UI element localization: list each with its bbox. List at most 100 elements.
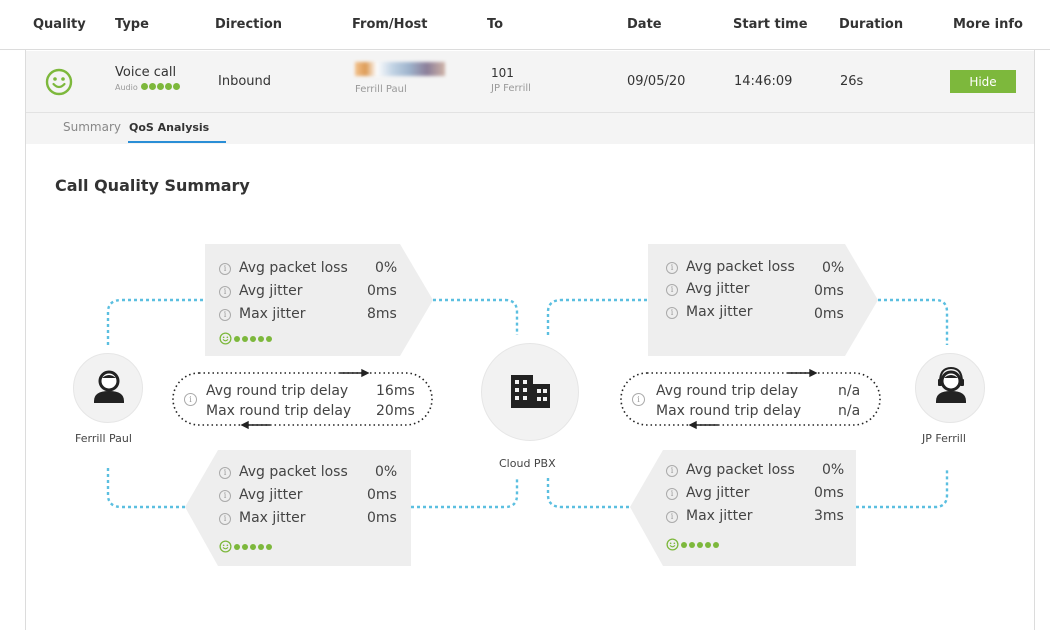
col-start-time[interactable]: Start time [733, 17, 808, 32]
call-start-time: 14:46:09 [734, 74, 793, 89]
smiley-icon [45, 68, 73, 96]
info-icon[interactable]: i [219, 263, 231, 275]
max-jitter-value: 8ms [367, 306, 397, 322]
leg-box-left-bottom: i Avg packet loss 0% i Avg jitter 0ms i Max… [205, 450, 411, 566]
col-quality[interactable]: Quality [33, 17, 86, 32]
cloud-pbx-node [481, 343, 579, 441]
call-duration: 26s [840, 74, 864, 89]
call-subtype: Audio [115, 83, 181, 92]
table-row[interactable]: Voice call Audio Inbound Ferrill Paul 10… [26, 51, 1034, 113]
max-jitter-row: i Max jitter [219, 510, 306, 526]
info-icon[interactable]: i [219, 490, 231, 502]
tab-qos-analysis[interactable]: QoS Analysis [129, 121, 209, 134]
avg-jitter-row: i Avg jitter [219, 487, 303, 503]
info-icon[interactable]: i [219, 467, 231, 479]
max-jitter-label: Max jitter [686, 304, 753, 320]
leg-box-right-bottom: i Avg packet loss 0% i Avg jitter 0ms i Max… [652, 450, 856, 566]
max-rtd-label: Max round trip delay [206, 403, 352, 419]
avg-packet-loss-value: 0% [375, 260, 398, 276]
col-to[interactable]: To [487, 17, 503, 32]
quality-dots [666, 537, 719, 552]
from-name: Ferrill Paul [355, 84, 407, 95]
max-jitter-value: 0ms [814, 306, 844, 322]
info-icon[interactable]: i [666, 511, 678, 523]
avg-packet-loss-row: i Avg packet loss [219, 464, 348, 480]
active-tab-indicator [128, 141, 226, 143]
hide-button[interactable]: Hide [950, 70, 1016, 93]
leg-box-left-top: i Avg packet loss 0% i Avg jitter 0ms i Max… [205, 244, 405, 356]
smiley-icon [219, 540, 232, 553]
avg-jitter-value: 0ms [814, 485, 844, 501]
avg-rtd-value: n/a [838, 383, 861, 399]
max-jitter-row: i Max jitter [666, 304, 753, 320]
info-icon[interactable]: i [666, 284, 678, 296]
max-jitter-label: Max jitter [239, 306, 306, 322]
avg-packet-loss-label: Avg packet loss [239, 260, 348, 276]
avg-rtd-label: Avg round trip delay [656, 383, 799, 399]
avg-rtd-label: Avg round trip delay [206, 383, 349, 399]
max-rtd-value: n/a [838, 403, 861, 419]
building-icon [511, 375, 550, 408]
frame-right-border [1034, 50, 1035, 630]
info-icon[interactable]: i [666, 262, 678, 274]
avg-jitter-label: Avg jitter [686, 281, 750, 297]
caller-node [73, 353, 143, 423]
avg-jitter-label: Avg jitter [239, 283, 303, 299]
info-icon[interactable]: i [666, 307, 678, 319]
col-more-info[interactable]: More info [953, 17, 1023, 32]
max-jitter-label: Max jitter [686, 508, 753, 524]
col-date[interactable]: Date [627, 17, 662, 32]
avg-jitter-label: Avg jitter [686, 485, 750, 501]
info-icon[interactable]: i [219, 309, 231, 321]
avg-jitter-label: Avg jitter [239, 487, 303, 503]
avg-packet-loss-value: 0% [375, 464, 398, 480]
avg-jitter-row: i Avg jitter [666, 281, 750, 297]
blurred-avatar-image [355, 62, 445, 76]
headset-user-icon [936, 366, 966, 403]
avg-packet-loss-label: Avg packet loss [686, 259, 795, 275]
caller-name: Ferrill Paul [75, 432, 132, 445]
col-direction[interactable]: Direction [215, 17, 282, 32]
col-type[interactable]: Type [115, 17, 149, 32]
avg-packet-loss-label: Avg packet loss [686, 462, 795, 478]
info-icon[interactable]: i [666, 488, 678, 500]
cloud-pbx-label: Cloud PBX [499, 457, 556, 470]
info-icon[interactable]: i [219, 513, 231, 525]
quality-dots [219, 331, 272, 346]
avg-packet-loss-row: i Avg packet loss [666, 462, 795, 478]
avg-jitter-value: 0ms [367, 487, 397, 503]
info-icon[interactable]: i [184, 393, 197, 406]
smiley-icon [219, 332, 232, 345]
avg-jitter-row: i Avg jitter [666, 485, 750, 501]
avg-packet-loss-row: i Avg packet loss [219, 260, 348, 276]
to-number: 101 [491, 66, 514, 80]
max-jitter-value: 3ms [814, 508, 844, 524]
smiley-icon [666, 538, 679, 551]
quality-dots [219, 539, 272, 554]
tab-summary[interactable]: Summary [63, 120, 121, 134]
max-rtd-value: 20ms [376, 403, 415, 419]
audio-quality-dots [140, 83, 181, 92]
max-jitter-value: 0ms [367, 510, 397, 526]
user-icon [94, 370, 124, 403]
detail-tabs: Summary QoS Analysis [26, 113, 1034, 144]
avg-packet-loss-value: 0% [822, 260, 845, 276]
info-icon[interactable]: i [219, 286, 231, 298]
col-from-host[interactable]: From/Host [352, 17, 427, 32]
avg-jitter-row: i Avg jitter [219, 283, 303, 299]
leg-box-right-top: i Avg packet loss 0% i Avg jitter 0ms i Max… [652, 244, 852, 356]
avg-rtd-value: 16ms [376, 383, 415, 399]
col-duration[interactable]: Duration [839, 17, 903, 32]
to-name: JP Ferrill [491, 83, 531, 94]
avg-jitter-value: 0ms [367, 283, 397, 299]
max-jitter-row: i Max jitter [666, 508, 753, 524]
call-type: Voice call [115, 65, 177, 80]
avg-packet-loss-value: 0% [822, 462, 845, 478]
avg-jitter-value: 0ms [814, 283, 844, 299]
section-title: Call Quality Summary [55, 176, 250, 195]
max-jitter-label: Max jitter [239, 510, 306, 526]
info-icon[interactable]: i [666, 465, 678, 477]
avg-packet-loss-row: i Avg packet loss [666, 259, 795, 275]
info-icon[interactable]: i [632, 393, 645, 406]
table-header: Quality Type Direction From/Host To Date… [0, 0, 1050, 50]
